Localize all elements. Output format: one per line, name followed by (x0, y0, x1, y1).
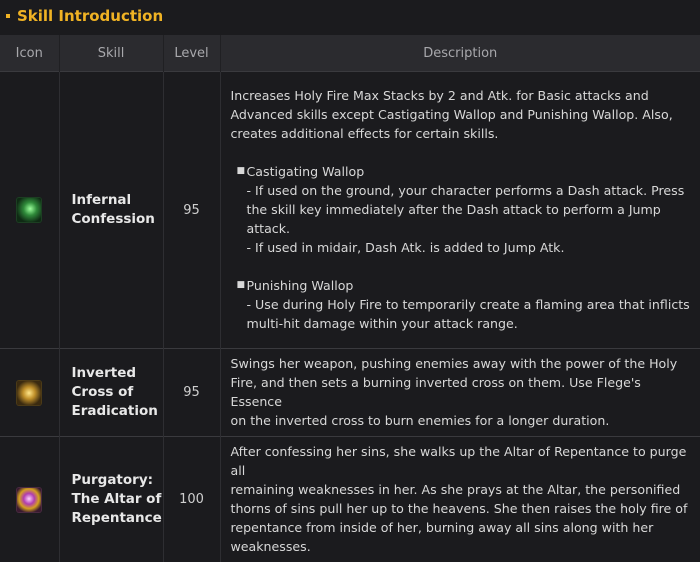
skill-name-cell: Inverted Cross of Eradication (59, 349, 163, 437)
section-title: Skill Introduction (17, 7, 163, 25)
icon-cell (0, 437, 59, 562)
description-line: remaining weaknesses in her. As she pray… (231, 480, 691, 499)
description-line: Increases Holy Fire Max Stacks by 2 and … (231, 86, 691, 105)
description-line: thorns of sins pull her up to the heaven… (231, 499, 691, 518)
inverted-cross-skill-icon (17, 381, 41, 405)
table-header-row: Icon Skill Level Description (0, 35, 700, 72)
description-line: multi-hit damage within your attack rang… (231, 314, 691, 333)
description-line: on the inverted cross to burn enemies fo… (231, 411, 691, 430)
column-header-icon: Icon (0, 35, 59, 72)
column-header-skill: Skill (59, 35, 163, 72)
skill-name-line: Confession (72, 210, 163, 229)
description-line: the skill key immediately after the Dash… (231, 200, 691, 219)
description-line: Fire, and then sets a burning inverted c… (231, 373, 691, 411)
icon-cell (0, 349, 59, 437)
section-marker (6, 14, 10, 18)
level-cell: 95 (163, 349, 220, 437)
skill-name-line: Infernal (72, 191, 163, 210)
description-line: Advanced skills except Castigating Wallo… (231, 105, 691, 124)
bullet-icon: ■ (237, 162, 247, 181)
description-line: attack. (231, 219, 691, 238)
skill-table: Icon Skill Level Description Infernal Co… (0, 35, 700, 562)
infernal-confession-skill-icon (17, 198, 41, 222)
description-line: - If used on the ground, your character … (231, 181, 691, 200)
description-line: - If used in midair, Dash Atk. is added … (231, 238, 691, 257)
bullet-item: ■ Castigating Wallop (231, 162, 691, 181)
description-line: repentance from inside of her, burning a… (231, 518, 691, 537)
table-row: Purgatory: The Altar of Repentance 100 A… (0, 437, 700, 562)
icon-cell (0, 72, 59, 349)
table-row: Inverted Cross of Eradication 95 Swings … (0, 349, 700, 437)
skill-name-line: Eradication (72, 402, 163, 421)
table-row: Infernal Confession 95 Increases Holy Fi… (0, 72, 700, 349)
skill-name-cell: Infernal Confession (59, 72, 163, 349)
description-cell: Increases Holy Fire Max Stacks by 2 and … (220, 72, 700, 349)
description-line: weaknesses. (231, 537, 691, 556)
description-line: - Use during Holy Fire to temporarily cr… (231, 295, 691, 314)
bullet-item: ■ Punishing Wallop (231, 276, 691, 295)
section-header: Skill Introduction (0, 0, 700, 31)
bullet-icon: ■ (237, 276, 247, 295)
description-line: After confessing her sins, she walks up … (231, 442, 691, 480)
skill-name-line: The Altar of (72, 490, 163, 509)
description-line: Swings her weapon, pushing enemies away … (231, 354, 691, 373)
skill-name-line: Inverted (72, 364, 163, 383)
bullet-title: Punishing Wallop (247, 276, 354, 295)
description-cell: Swings her weapon, pushing enemies away … (220, 349, 700, 437)
column-header-description: Description (220, 35, 700, 72)
level-cell: 95 (163, 72, 220, 349)
level-cell: 100 (163, 437, 220, 562)
description-line: creates additional effects for certain s… (231, 124, 691, 143)
skill-name-line: Cross of (72, 383, 163, 402)
description-cell: After confessing her sins, she walks up … (220, 437, 700, 562)
purgatory-skill-icon (17, 488, 41, 512)
bullet-title: Castigating Wallop (247, 162, 365, 181)
column-header-level: Level (163, 35, 220, 72)
skill-name-line: Repentance (72, 509, 163, 528)
skill-name-line: Purgatory: (72, 471, 163, 490)
skill-name-cell: Purgatory: The Altar of Repentance (59, 437, 163, 562)
